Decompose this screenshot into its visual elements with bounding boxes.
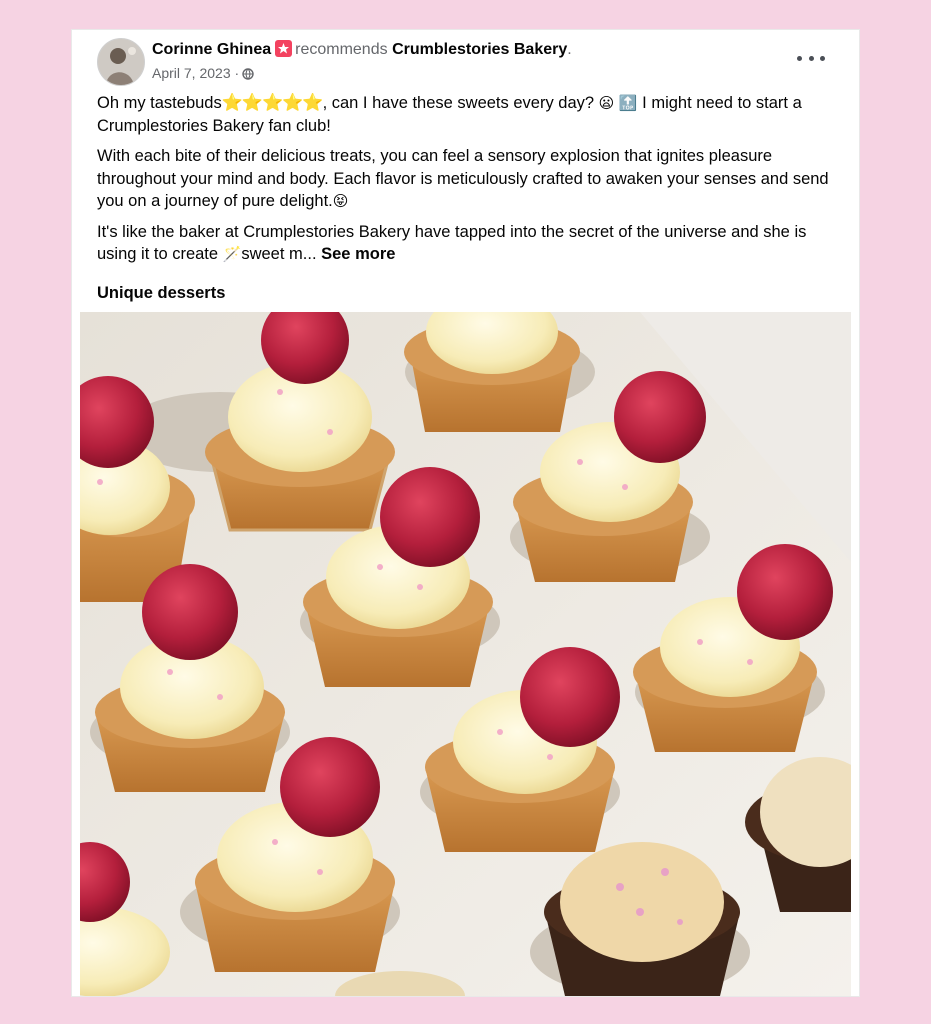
paragraph-1-prefix: Oh my tastebuds: [97, 94, 222, 112]
paragraph-2-text: With each bite of their delicious treats…: [97, 147, 829, 210]
globe-icon: [242, 67, 254, 83]
paragraph-1: Oh my tastebuds⭐⭐⭐⭐⭐, can I have these s…: [97, 92, 837, 137]
top-arrow-emoji: 🔝: [618, 95, 638, 112]
recommend-icon: [275, 40, 293, 57]
paragraph-3-tail: sweet m...: [241, 245, 317, 263]
tongue-face-emoji: 😝: [332, 193, 349, 210]
more-options-button[interactable]: [797, 48, 825, 68]
cupcakes-illustration: [80, 312, 851, 996]
post-meta: April 7, 2023 ·: [152, 65, 254, 83]
dot-icon: [797, 55, 802, 61]
cupcake: [404, 312, 580, 432]
magic-wand-emoji: 🪄: [222, 246, 242, 263]
five-stars-emoji: ⭐⭐⭐⭐⭐: [221, 93, 324, 112]
paragraph-2: With each bite of their delicious treats…: [97, 145, 837, 213]
author-line: Corinne Ghinea recommends Crumblestories …: [152, 40, 572, 60]
author-avatar[interactable]: [97, 38, 145, 86]
section-title: Unique desserts: [97, 284, 226, 302]
anguished-face-emoji: 😦: [598, 95, 615, 112]
dot-icon: [808, 55, 814, 61]
post-body: Oh my tastebuds⭐⭐⭐⭐⭐, can I have these s…: [97, 92, 837, 274]
page-suffix: .: [567, 41, 572, 58]
see-more-link[interactable]: See more: [321, 245, 395, 263]
paragraph-1-mid: , can I have these sweets every day?: [322, 94, 599, 112]
cupcakes-photo[interactable]: [80, 312, 851, 996]
paragraph-3-text: It's like the baker at Crumplestories Ba…: [97, 222, 807, 264]
paragraph-3: It's like the baker at Crumplestories Ba…: [97, 221, 837, 266]
post-date[interactable]: April 7, 2023: [152, 65, 231, 81]
post-card: Corinne Ghinea recommends Crumblestories …: [72, 30, 859, 996]
page-name-link[interactable]: Crumblestories Bakery: [392, 41, 567, 58]
action-text: recommends: [295, 41, 388, 58]
date-separator: ·: [234, 65, 240, 81]
author-name[interactable]: Corinne Ghinea: [152, 41, 271, 58]
dot-icon: [820, 55, 825, 61]
